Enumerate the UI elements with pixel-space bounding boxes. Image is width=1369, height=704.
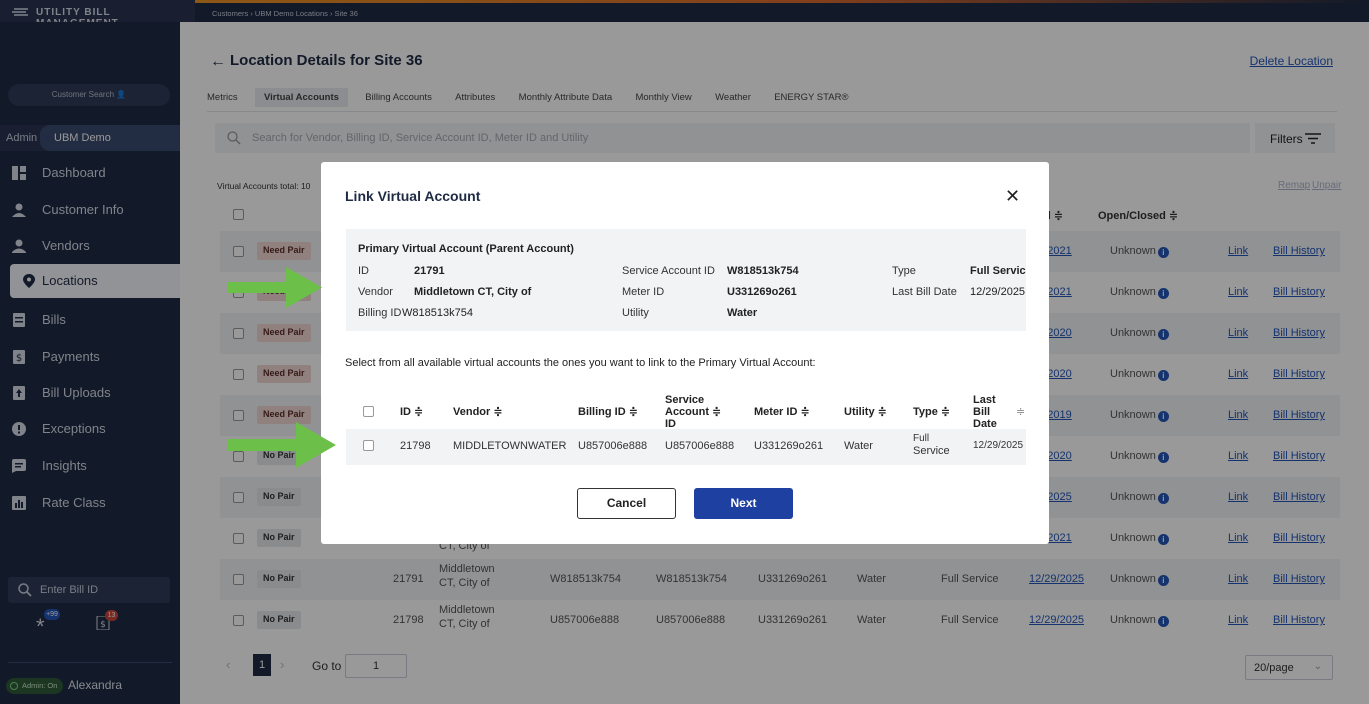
child-type-2: Service <box>913 445 950 457</box>
child-utility: Water <box>844 440 873 452</box>
primary-account-title: Primary Virtual Account (Parent Account) <box>358 243 574 255</box>
instruction-text: Select from all available virtual accoun… <box>345 357 816 369</box>
column-header-service-2[interactable]: Account ≑ <box>665 407 721 418</box>
child-meter-id: U331269o261 <box>754 440 824 452</box>
table-row[interactable]: 21798 MIDDLETOWNWATER U857006e888 U85700… <box>346 429 1026 465</box>
child-last-bill: 12/29/2025 <box>973 440 1024 451</box>
primary-vendor-label: Vendor <box>358 286 393 298</box>
column-header-vendor[interactable]: Vendor ≑ <box>453 407 503 418</box>
modal-title: Link Virtual Account <box>345 188 481 204</box>
primary-id-value: 21791 <box>414 265 445 277</box>
primary-utility-value: Water <box>727 307 758 319</box>
select-all-checkbox[interactable] <box>363 406 374 417</box>
primary-billing-value: W818513k754 <box>402 307 473 319</box>
row-checkbox[interactable] <box>363 440 374 451</box>
primary-account-panel: Primary Virtual Account (Parent Account)… <box>346 229 1026 331</box>
next-button[interactable]: Next <box>694 488 793 519</box>
primary-meter-label: Meter ID <box>622 286 665 298</box>
cancel-button[interactable]: Cancel <box>577 488 676 519</box>
primary-service-label: Service Account ID <box>622 265 715 277</box>
primary-utility-label: Utility <box>622 307 649 319</box>
column-header-type[interactable]: Type ≑ <box>913 407 950 418</box>
primary-vendor-value: Middletown CT, City of <box>414 286 532 298</box>
primary-meter-value: U331269o261 <box>727 286 797 298</box>
annotation-arrow-icon <box>228 267 322 308</box>
available-accounts-table: ID ≑ Vendor ≑ Billing ID ≑ Service Accou… <box>346 387 1026 467</box>
column-header-utility[interactable]: Utility ≑ <box>844 407 887 418</box>
primary-billing-label: Billing ID <box>358 307 402 319</box>
column-header-last-1[interactable]: Last <box>973 395 996 406</box>
column-header-meter-id[interactable]: Meter ID ≑ <box>754 407 810 418</box>
link-virtual-account-modal: Link Virtual Account ✕ Primary Virtual A… <box>321 162 1049 544</box>
child-service-account: U857006e888 <box>665 440 735 452</box>
column-header-billing-id[interactable]: Billing ID ≑ <box>578 407 638 418</box>
primary-type-value: Full Servic <box>970 265 1026 277</box>
column-header-last-2[interactable]: Bill <box>973 407 990 418</box>
primary-last-bill-label: Last Bill Date <box>892 286 957 298</box>
sort-icon[interactable]: ≑ <box>1016 407 1025 418</box>
primary-id-label: ID <box>358 265 369 277</box>
annotation-arrow-icon <box>228 422 336 468</box>
child-billing-id: U857006e888 <box>578 440 648 452</box>
child-vendor: MIDDLETOWNWATER <box>453 440 567 452</box>
column-header-service-1[interactable]: Service <box>665 395 704 406</box>
child-id: 21798 <box>400 440 431 452</box>
close-icon[interactable]: ✕ <box>1005 186 1020 207</box>
primary-service-value: W818513k754 <box>727 265 799 277</box>
column-header-id[interactable]: ID ≑ <box>400 407 423 418</box>
primary-last-bill-value: 12/29/2025 <box>970 286 1026 298</box>
child-type-1: Full <box>913 433 930 444</box>
primary-type-label: Type <box>892 265 916 277</box>
